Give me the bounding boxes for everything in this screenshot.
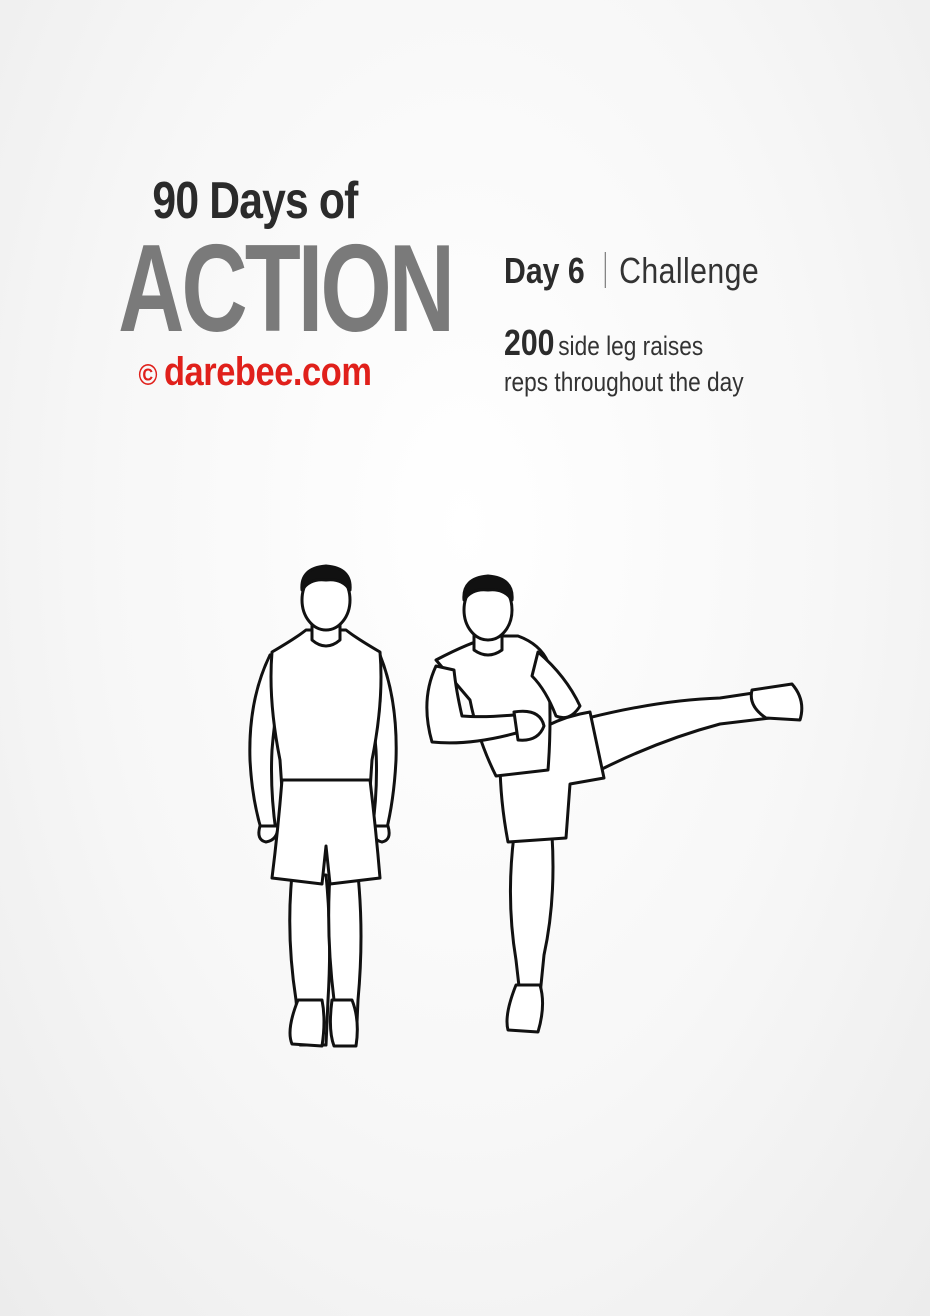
standing-figure: [248, 564, 398, 1048]
exercise-illustration: [248, 564, 804, 1048]
side-leg-raise-figure: [425, 574, 804, 1034]
